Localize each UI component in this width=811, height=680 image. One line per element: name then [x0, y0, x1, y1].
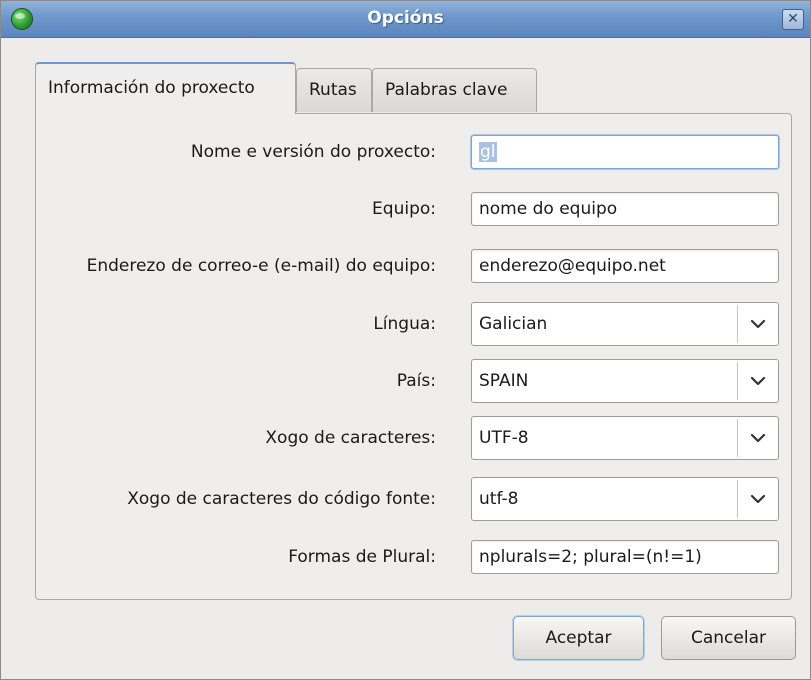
cancel-button[interactable]: Cancelar	[661, 616, 796, 660]
source-charset-dropdown[interactable]: utf-8	[471, 477, 779, 521]
tab-keywords[interactable]: Palabras clave	[372, 68, 537, 112]
dropdown-separator	[737, 305, 738, 343]
project-name-input[interactable]: gl	[471, 135, 779, 169]
tab-paths[interactable]: Rutas	[296, 68, 372, 112]
charset-value: UTF-8	[479, 428, 529, 448]
plural-forms-label: Formas de Plural:	[288, 547, 436, 567]
team-input[interactable]: nome do equipo	[471, 192, 779, 226]
ok-button[interactable]: Aceptar	[513, 616, 644, 660]
dropdown-separator	[737, 480, 738, 518]
window-title: Opcións	[367, 8, 444, 28]
language-label: Língua:	[373, 314, 436, 334]
dropdown-separator	[737, 419, 738, 457]
titlebar[interactable]: Opcións ✕	[1, 1, 810, 38]
project-info-panel: Nome e versión do proxecto: gl Equipo: n…	[35, 113, 792, 600]
source-charset-value: utf-8	[479, 489, 519, 509]
team-label: Equipo:	[372, 199, 436, 219]
chevron-down-icon	[750, 319, 766, 329]
country-label: País:	[396, 371, 436, 391]
team-email-input[interactable]: enderezo@equipo.net	[471, 249, 779, 283]
chevron-down-icon	[750, 376, 766, 386]
chevron-down-icon	[750, 494, 766, 504]
dropdown-separator	[737, 362, 738, 400]
project-name-value: gl	[479, 142, 497, 162]
plural-forms-input[interactable]: nplurals=2; plural=(n!=1)	[471, 540, 779, 574]
team-email-label: Enderezo de correo-e (e-mail) do equipo:	[86, 256, 436, 276]
project-name-label: Nome e versión do proxecto:	[190, 142, 436, 162]
country-dropdown[interactable]: SPAIN	[471, 359, 779, 403]
charset-dropdown[interactable]: UTF-8	[471, 416, 779, 460]
options-dialog: Opcións ✕ Información do proxecto Rutas …	[0, 0, 811, 680]
country-value: SPAIN	[479, 371, 529, 391]
close-icon[interactable]: ✕	[782, 9, 804, 30]
source-charset-label: Xogo de caracteres do código fonte:	[127, 489, 436, 509]
language-value: Galician	[479, 314, 548, 334]
language-dropdown[interactable]: Galician	[471, 302, 779, 346]
chevron-down-icon	[750, 433, 766, 443]
tab-project-info[interactable]: Información do proxecto	[35, 62, 296, 114]
charset-label: Xogo de caracteres:	[265, 428, 436, 448]
